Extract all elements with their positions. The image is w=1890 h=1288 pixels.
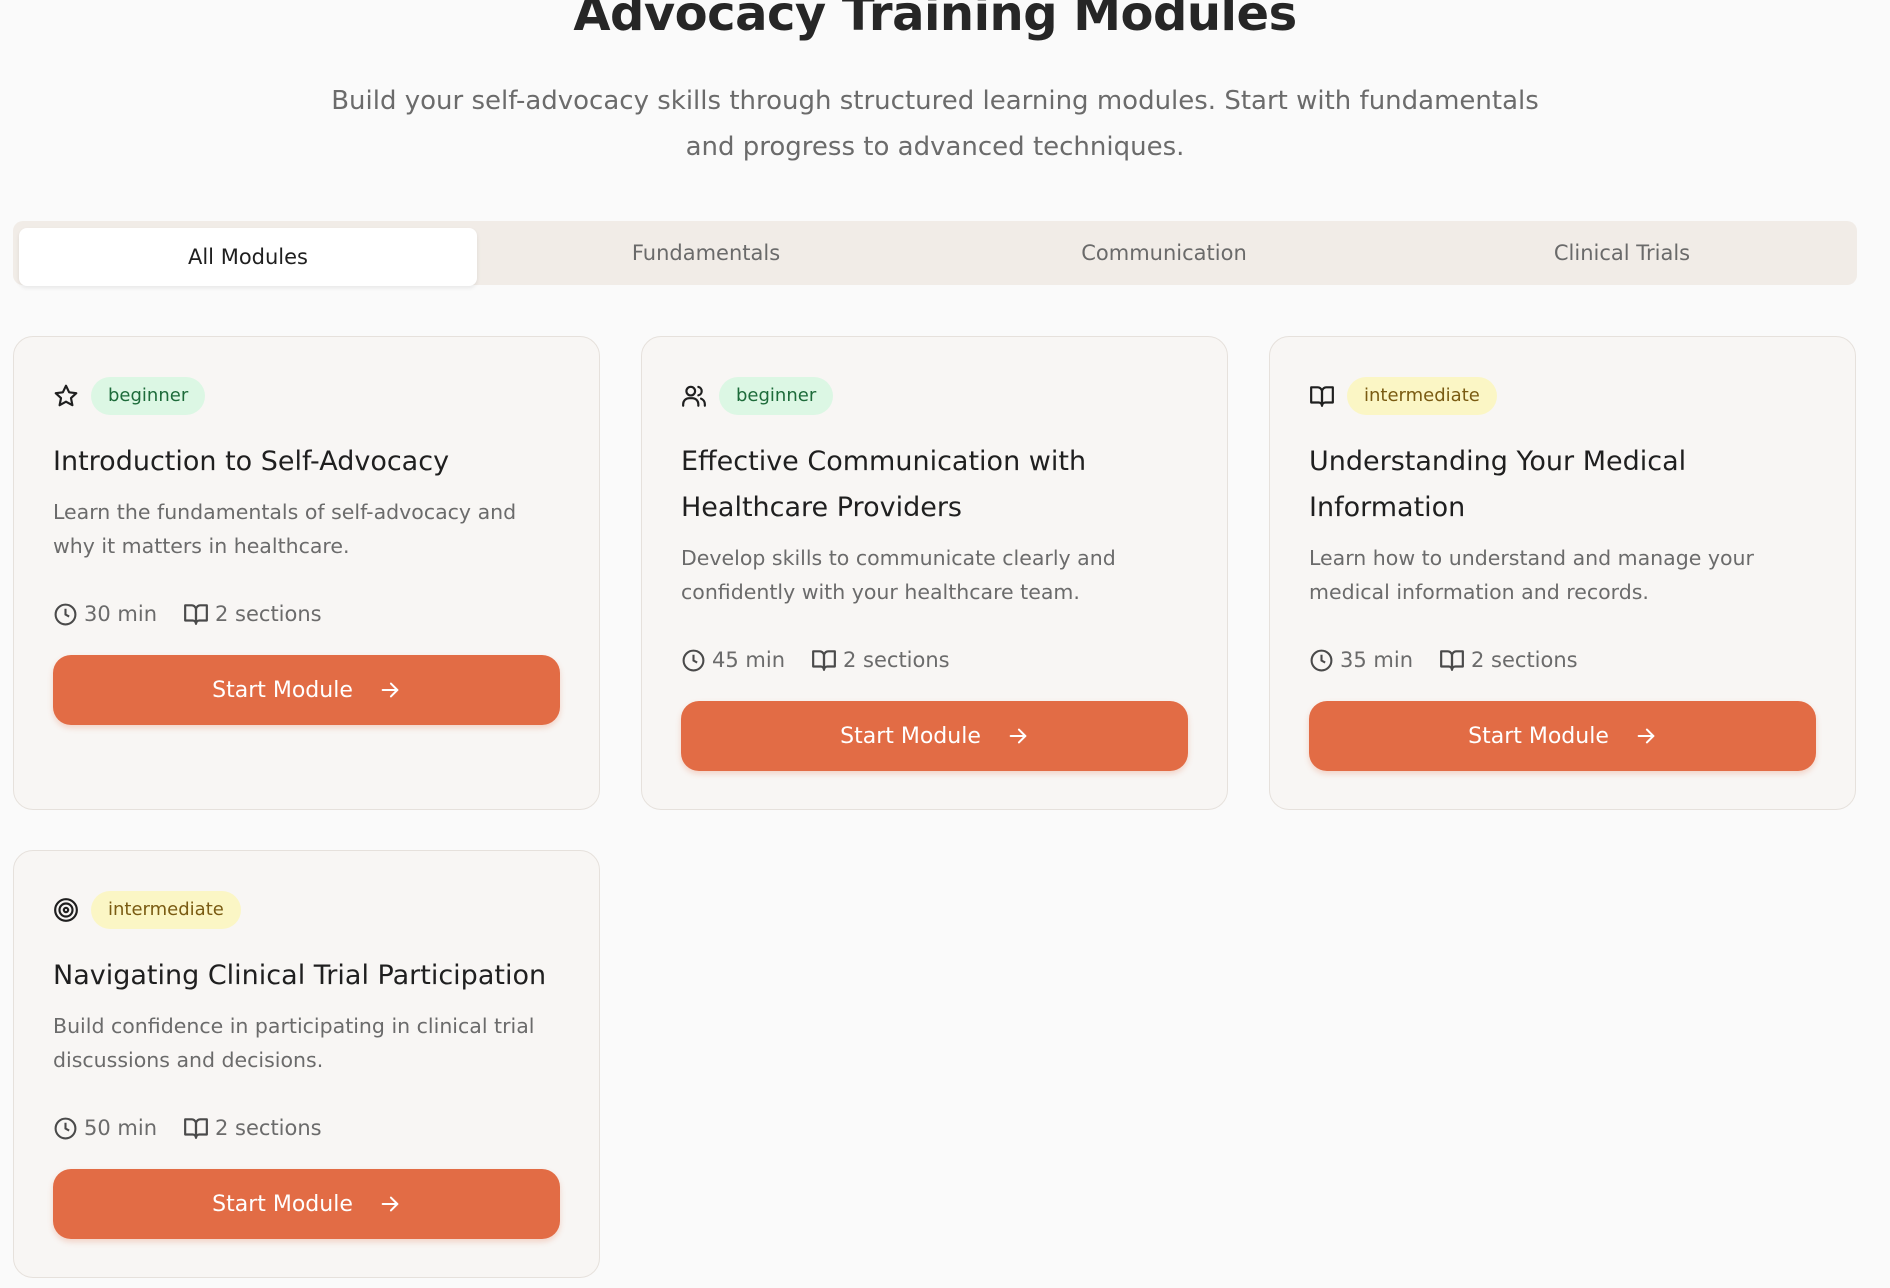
level-badge: intermediate: [91, 891, 241, 929]
page: Advocacy Training Modules Build your sel…: [0, 0, 1890, 1288]
module-meta: 45 min 2 sections: [681, 647, 1188, 673]
tab-all-modules[interactable]: All Modules: [19, 228, 477, 286]
card-header: beginner: [53, 377, 560, 415]
module-title: Navigating Clinical Trial Participation: [53, 960, 547, 991]
module-description: Develop skills to communicate clearly an…: [681, 546, 1116, 604]
module-meta: 30 min 2 sections: [53, 601, 560, 627]
start-module-label: Start Module: [212, 1191, 353, 1217]
card-header: beginner: [681, 377, 1188, 415]
book-icon: [812, 650, 836, 671]
level-badge: beginner: [91, 377, 206, 415]
book-open-icon: [1309, 383, 1335, 409]
sections-text: 2 sections: [843, 648, 950, 672]
tab-fundamentals[interactable]: Fundamentals: [477, 226, 935, 280]
book-icon: [184, 1118, 208, 1139]
arrow-right-icon: [1009, 728, 1027, 744]
page-subtitle: Build your self-advocacy skills through …: [331, 86, 1539, 162]
target-icon: [53, 897, 79, 923]
level-badge: beginner: [719, 377, 834, 415]
tab-clinical-trials[interactable]: Clinical Trials: [1393, 226, 1851, 280]
duration: 35 min: [1309, 648, 1413, 673]
start-module-label: Start Module: [212, 677, 353, 703]
level-badge: intermediate: [1347, 377, 1497, 415]
module-description: Build confidence in participating in cli…: [53, 1014, 535, 1072]
sections-text: 2 sections: [1471, 648, 1578, 672]
tab-communication[interactable]: Communication: [935, 226, 1393, 280]
module-title: Effective Communication with Healthcare …: [681, 446, 1087, 523]
module-meta: 35 min 2 sections: [1309, 647, 1816, 673]
book-icon: [184, 604, 208, 625]
page-title: Advocacy Training Modules: [573, 0, 1297, 42]
users-icon: [681, 383, 707, 409]
start-module-label: Start Module: [1468, 723, 1609, 749]
card-header: intermediate: [1309, 377, 1816, 415]
duration-text: 35 min: [1340, 648, 1413, 672]
clock-icon: [54, 1117, 77, 1139]
card-header: intermediate: [53, 891, 560, 929]
module-title: Understanding Your Medical Information: [1309, 446, 1687, 523]
section-count: 2 sections: [183, 1115, 322, 1141]
clock-icon: [1310, 649, 1333, 671]
sections-text: 2 sections: [215, 1116, 322, 1140]
module-card: intermediate Understanding Your Medical …: [1269, 336, 1856, 810]
duration: 30 min: [53, 602, 157, 627]
star-icon: [53, 383, 79, 409]
arrow-right-icon: [1637, 728, 1655, 744]
module-title: Introduction to Self-Advocacy: [53, 446, 450, 477]
section-count: 2 sections: [811, 647, 950, 673]
clock-icon: [682, 649, 705, 671]
start-module-button[interactable]: Start Module: [53, 655, 560, 725]
module-description: Learn the fundamentals of self-advocacy …: [53, 500, 517, 558]
start-module-button[interactable]: Start Module: [681, 701, 1188, 771]
module-card: beginner Introduction to Self-Advocacy L…: [13, 336, 600, 810]
module-description: Learn how to understand and manage your …: [1309, 546, 1754, 604]
clock-icon: [54, 603, 77, 625]
duration: 50 min: [53, 1116, 157, 1141]
section-count: 2 sections: [183, 601, 322, 627]
module-card: intermediate Navigating Clinical Trial P…: [13, 850, 600, 1278]
duration-text: 45 min: [712, 648, 785, 672]
duration: 45 min: [681, 648, 785, 673]
module-filter-tabs: All Modules Fundamentals Communication C…: [13, 221, 1857, 286]
start-module-label: Start Module: [840, 723, 981, 749]
duration-text: 30 min: [84, 602, 157, 626]
book-icon: [1440, 650, 1464, 671]
arrow-right-icon: [381, 1196, 399, 1212]
arrow-right-icon: [381, 682, 399, 698]
module-card: beginner Effective Communication with He…: [641, 336, 1228, 810]
start-module-button[interactable]: Start Module: [53, 1169, 560, 1239]
start-module-button[interactable]: Start Module: [1309, 701, 1816, 771]
duration-text: 50 min: [84, 1116, 157, 1140]
section-count: 2 sections: [1439, 647, 1578, 673]
sections-text: 2 sections: [215, 602, 322, 626]
module-meta: 50 min 2 sections: [53, 1115, 560, 1141]
